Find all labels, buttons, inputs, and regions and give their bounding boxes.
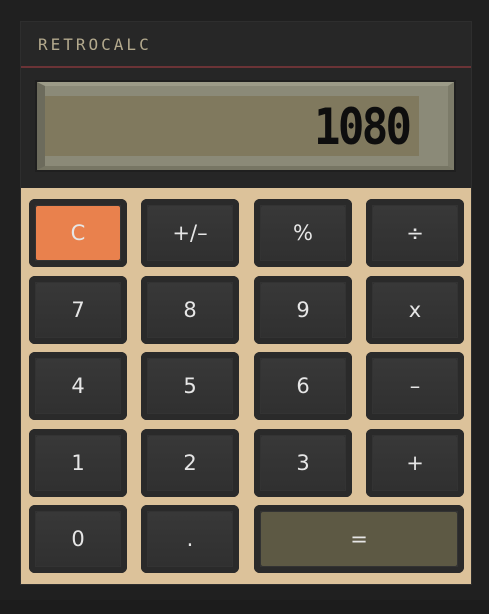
digit-7-button[interactable]: 7 xyxy=(29,276,127,344)
display-value: 1080 xyxy=(313,98,412,156)
percent-button[interactable]: % xyxy=(254,199,352,267)
clear-button[interactable]: C xyxy=(29,199,127,267)
digit-1-button[interactable]: 1 xyxy=(29,429,127,497)
percent-label: % xyxy=(293,221,313,245)
digit-6-label: 6 xyxy=(296,374,310,398)
digit-8-button[interactable]: 8 xyxy=(141,276,239,344)
decimal-label: . xyxy=(186,527,194,551)
minus-button[interactable]: – xyxy=(366,352,464,420)
minus-label: – xyxy=(409,374,421,398)
equals-label: = xyxy=(350,527,368,551)
digit-9-button[interactable]: 9 xyxy=(254,276,352,344)
calculator: RETROCALC 1080 C +/– % ÷ 7 8 9 x 4 5 6 –… xyxy=(21,22,471,584)
brand-title: RETROCALC xyxy=(38,35,152,54)
page-bottom-strip xyxy=(0,600,489,614)
digit-4-button[interactable]: 4 xyxy=(29,352,127,420)
digit-2-label: 2 xyxy=(183,451,197,475)
digit-4-label: 4 xyxy=(71,374,85,398)
digit-6-button[interactable]: 6 xyxy=(254,352,352,420)
clear-button-label: C xyxy=(70,221,86,245)
digit-2-button[interactable]: 2 xyxy=(141,429,239,497)
digit-7-label: 7 xyxy=(71,298,85,322)
digit-3-label: 3 xyxy=(296,451,310,475)
digit-5-label: 5 xyxy=(183,374,197,398)
digit-1-label: 1 xyxy=(71,451,85,475)
digit-5-button[interactable]: 5 xyxy=(141,352,239,420)
digit-0-label: 0 xyxy=(71,527,85,551)
digit-0-button[interactable]: 0 xyxy=(29,505,127,573)
equals-button[interactable]: = xyxy=(254,505,464,573)
digit-9-label: 9 xyxy=(296,298,310,322)
calculator-header: RETROCALC xyxy=(21,22,471,68)
decimal-button[interactable]: . xyxy=(141,505,239,573)
digit-3-button[interactable]: 3 xyxy=(254,429,352,497)
multiply-label: x xyxy=(408,298,422,322)
plus-button[interactable]: + xyxy=(366,429,464,497)
multiply-button[interactable]: x xyxy=(366,276,464,344)
plus-label: + xyxy=(406,451,424,475)
divide-button[interactable]: ÷ xyxy=(366,199,464,267)
sign-toggle-button[interactable]: +/– xyxy=(141,199,239,267)
sign-toggle-label: +/– xyxy=(172,221,208,245)
keypad: C +/– % ÷ 7 8 9 x 4 5 6 – 1 2 3 + 0 . = xyxy=(21,188,471,584)
digit-8-label: 8 xyxy=(183,298,197,322)
divide-label: ÷ xyxy=(406,221,424,245)
lcd-display: 1080 xyxy=(45,96,419,156)
